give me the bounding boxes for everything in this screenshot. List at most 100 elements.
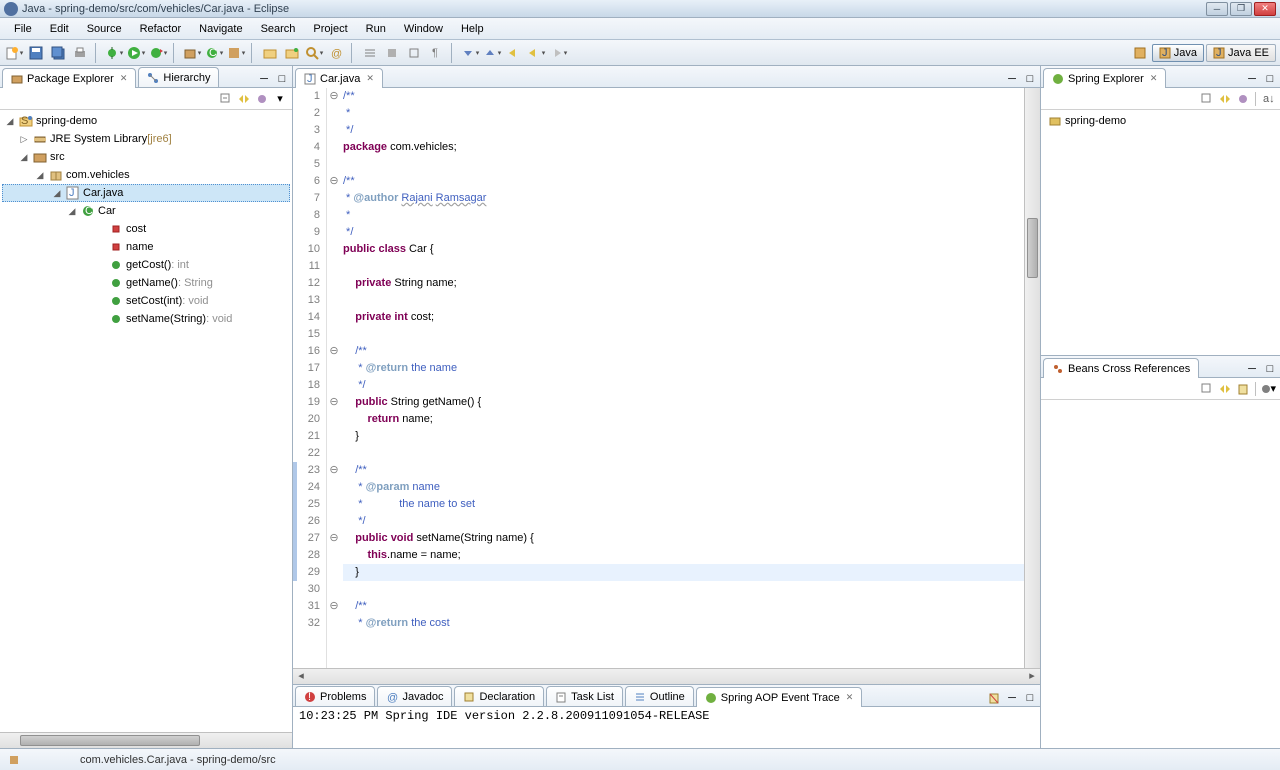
toggle-breadcrumb-button[interactable] — [360, 43, 380, 63]
tree-node-name[interactable]: name — [2, 238, 290, 256]
view-menu-button[interactable]: ▾ — [272, 91, 288, 107]
editor-maximize-button[interactable]: □ — [1022, 71, 1038, 87]
tree-node-project[interactable]: spring-demo — [1043, 112, 1278, 130]
tree-node-setcost-int-[interactable]: setCost(int) : void — [2, 292, 290, 310]
menu-navigate[interactable]: Navigate — [191, 21, 250, 37]
block-selection-button[interactable] — [404, 43, 424, 63]
tab-package-explorer[interactable]: Package Explorer ✕ — [2, 68, 136, 88]
mark-occurrences-button[interactable] — [382, 43, 402, 63]
filter-button[interactable] — [1235, 91, 1251, 107]
tree-node-getcost-[interactable]: getCost() : int — [2, 256, 290, 274]
tree-node-setname-string-[interactable]: setName(String) : void — [2, 310, 290, 328]
new-package-button[interactable]: ▾ — [182, 43, 202, 63]
line-gutter[interactable]: 1234567891011121314151617181920212223242… — [297, 88, 327, 668]
view-menu-button[interactable]: ▾ — [1260, 381, 1276, 397]
menu-run[interactable]: Run — [358, 21, 394, 37]
tab-hierarchy[interactable]: Hierarchy — [138, 67, 219, 87]
next-annotation-button[interactable]: ▾ — [460, 43, 480, 63]
last-edit-button[interactable] — [504, 43, 524, 63]
fold-gutter[interactable]: ⊖⊖⊖⊖⊖⊖⊖ — [327, 88, 341, 668]
tree-node-spring-demo[interactable]: ◢Sspring-demo — [2, 112, 290, 130]
new-button[interactable]: ▾ — [4, 43, 24, 63]
bottom-tab-task-list[interactable]: Task List — [546, 686, 623, 706]
tab-close[interactable]: ✕ — [1150, 73, 1158, 84]
minimize-view-button[interactable]: ─ — [1244, 71, 1260, 87]
maximize-view-button[interactable]: □ — [1262, 71, 1278, 87]
toggle-icon[interactable]: ◢ — [51, 188, 63, 199]
tree-node-car[interactable]: ◢CCar — [2, 202, 290, 220]
bottom-tab-problems[interactable]: !Problems — [295, 686, 375, 706]
tree-node-src[interactable]: ◢src — [2, 148, 290, 166]
tree-node-car-java[interactable]: ◢JCar.java — [2, 184, 290, 202]
clear-console-button[interactable] — [986, 690, 1002, 706]
package-explorer-tree[interactable]: ◢Sspring-demo▷JRE System Library [jre6]◢… — [0, 110, 292, 732]
tab-beans-xref[interactable]: Beans Cross References — [1043, 358, 1199, 378]
tree-node-getname-[interactable]: getName() : String — [2, 274, 290, 292]
open-type-button[interactable] — [260, 43, 280, 63]
spring-explorer-tree[interactable]: spring-demo — [1041, 110, 1280, 355]
show-whitespace-button[interactable]: ¶ — [426, 43, 446, 63]
bottom-tab-outline[interactable]: Outline — [625, 686, 694, 706]
maximize-view-button[interactable]: □ — [1022, 690, 1038, 706]
collapse-all-button[interactable] — [1199, 91, 1215, 107]
run-button[interactable]: ▾ — [126, 43, 146, 63]
save-all-button[interactable] — [48, 43, 68, 63]
menu-edit[interactable]: Edit — [42, 21, 77, 37]
maximize-view-button[interactable]: □ — [1262, 361, 1278, 377]
bottom-tab-javadoc[interactable]: @Javadoc — [377, 686, 452, 706]
minimize-button[interactable]: ─ — [1206, 2, 1228, 16]
editor-vscroll[interactable] — [1024, 88, 1040, 668]
editor-minimize-button[interactable]: ─ — [1004, 71, 1020, 87]
toggle-icon[interactable]: ◢ — [66, 206, 78, 217]
menu-source[interactable]: Source — [79, 21, 130, 37]
menu-file[interactable]: File — [6, 21, 40, 37]
editor-tab-car[interactable]: J Car.java ✕ — [295, 68, 383, 88]
clipboard-button[interactable] — [1235, 381, 1251, 397]
new-class-button[interactable]: C▾ — [204, 43, 224, 63]
save-button[interactable] — [26, 43, 46, 63]
toggle-icon[interactable]: ◢ — [18, 152, 30, 163]
editor-hscroll[interactable]: ◂▸ — [293, 668, 1040, 684]
menu-search[interactable]: Search — [253, 21, 304, 37]
tab-spring-explorer[interactable]: Spring Explorer ✕ — [1043, 68, 1166, 88]
beans-xref-content[interactable] — [1041, 400, 1280, 748]
link-editor-button[interactable] — [236, 91, 252, 107]
menu-refactor[interactable]: Refactor — [132, 21, 190, 37]
menu-help[interactable]: Help — [453, 21, 492, 37]
new-type-button[interactable]: ▾ — [226, 43, 246, 63]
collapse-button[interactable] — [1199, 381, 1215, 397]
run-last-button[interactable]: ▾ — [148, 43, 168, 63]
maximize-button[interactable]: ❐ — [1230, 2, 1252, 16]
minimize-view-button[interactable]: ─ — [256, 71, 272, 87]
debug-button[interactable]: ▾ — [104, 43, 124, 63]
search-button[interactable]: ▾ — [304, 43, 324, 63]
link-button[interactable] — [1217, 381, 1233, 397]
minimize-view-button[interactable]: ─ — [1244, 361, 1260, 377]
bottom-tab-declaration[interactable]: Declaration — [454, 686, 544, 706]
editor-tab-close[interactable]: ✕ — [366, 73, 374, 84]
tree-node-cost[interactable]: cost — [2, 220, 290, 238]
prev-annotation-button[interactable]: ▾ — [482, 43, 502, 63]
tree-node-jre-system-library[interactable]: ▷JRE System Library [jre6] — [2, 130, 290, 148]
minimize-view-button[interactable]: ─ — [1004, 690, 1020, 706]
focus-task-button[interactable] — [254, 91, 270, 107]
toggle-icon[interactable]: ▷ — [18, 134, 30, 145]
menu-project[interactable]: Project — [305, 21, 355, 37]
perspective-java[interactable]: JJava — [1152, 44, 1204, 62]
annotation-button[interactable]: @ — [326, 43, 346, 63]
forward-button[interactable]: ▾ — [548, 43, 568, 63]
tab-close[interactable]: ✕ — [846, 692, 854, 703]
tab-close[interactable]: ✕ — [120, 73, 128, 84]
editor-area[interactable]: 1234567891011121314151617181920212223242… — [293, 88, 1040, 668]
toggle-icon[interactable]: ◢ — [4, 116, 16, 127]
sort-button[interactable]: a↓ — [1260, 91, 1276, 107]
toggle-icon[interactable]: ◢ — [34, 170, 46, 181]
code-editor[interactable]: /** * */package com.vehicles;/** * @auth… — [341, 88, 1024, 668]
left-hscroll[interactable] — [0, 732, 292, 748]
maximize-view-button[interactable]: □ — [274, 71, 290, 87]
perspective-java-ee[interactable]: JJava EE — [1206, 44, 1276, 62]
bottom-tab-spring-aop-event-trace[interactable]: Spring AOP Event Trace✕ — [696, 687, 863, 707]
open-task-button[interactable] — [282, 43, 302, 63]
print-button[interactable] — [70, 43, 90, 63]
open-perspective-button[interactable] — [1130, 43, 1150, 63]
